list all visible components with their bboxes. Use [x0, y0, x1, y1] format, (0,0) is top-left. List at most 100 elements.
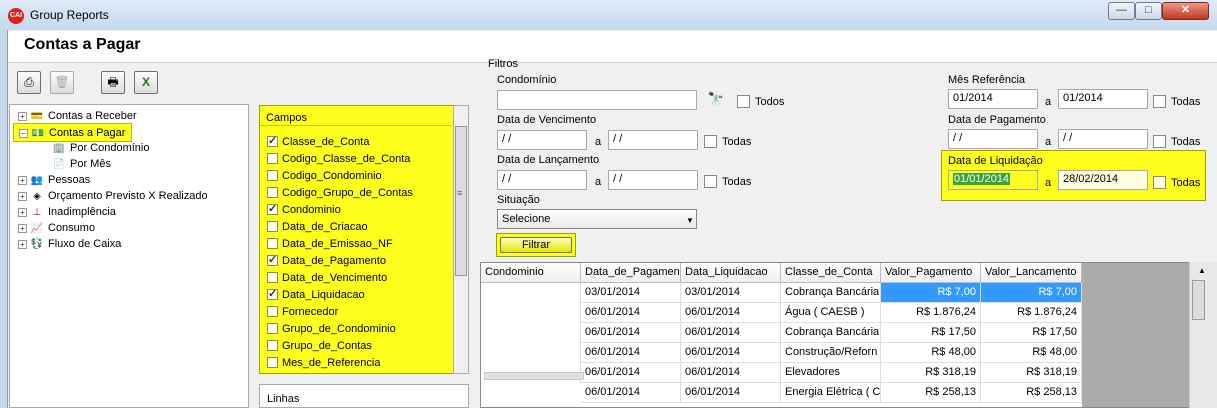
condominio-input[interactable] — [497, 90, 697, 110]
delete-button[interactable]: 🗑 — [50, 71, 74, 94]
checkbox[interactable] — [267, 133, 278, 149]
liquidacao-todas-checkbox[interactable] — [1153, 176, 1166, 189]
grid-vscrollbar[interactable]: ▲ — [1189, 262, 1217, 408]
checkbox[interactable] — [267, 201, 278, 217]
table-cell[interactable]: Cobrança Bancária — [781, 283, 881, 303]
table-cell[interactable]: R$ 48,00 — [881, 343, 981, 363]
tree-item-por-condominio[interactable]: 🏢 Por Condomínio — [52, 141, 150, 155]
expand-icon[interactable]: + — [18, 239, 27, 249]
table-cell[interactable]: R$ 17,50 — [881, 323, 981, 343]
tree-item-fluxo-de-caixa[interactable]: + 💱 Fluxo de Caixa — [18, 237, 121, 251]
campo-data-de-vencimento[interactable]: Data_de_Vencimento — [267, 270, 447, 286]
column-header-data-de-pagamento[interactable]: Data_de_Pagamen — [581, 263, 681, 283]
campos-list[interactable]: Campos ▲ ▼ Classe_de_Conta Codigo_Classe… — [259, 105, 469, 374]
chevron-down-icon[interactable]: ▼ — [686, 216, 694, 225]
table-cell[interactable]: R$ 318,19 — [981, 363, 1082, 383]
table-cell[interactable]: R$ 258,13 — [981, 383, 1082, 403]
scroll-thumb[interactable] — [1192, 280, 1205, 320]
tree-item-orcamento[interactable]: + ◈ Orçamento Previsto X Realizado — [18, 189, 208, 203]
checkbox[interactable] — [267, 153, 278, 164]
table-cell[interactable]: R$ 48,00 — [981, 343, 1082, 363]
checkbox[interactable] — [267, 286, 278, 302]
checkbox[interactable] — [267, 306, 278, 317]
liquidacao-to-input[interactable]: 28/02/2014 — [1058, 170, 1148, 190]
campo-data-de-criacao[interactable]: Data_de_Criacao — [267, 219, 447, 235]
grid-hscroll[interactable] — [484, 372, 584, 380]
expand-icon[interactable]: + — [18, 111, 27, 121]
print-button[interactable]: 🖶 — [101, 71, 125, 94]
campo-grupo-de-contas[interactable]: Grupo_de_Contas — [267, 338, 447, 354]
table-cell-selected[interactable]: R$ 7,00 — [881, 283, 981, 303]
close-button[interactable]: ✕ — [1162, 2, 1209, 20]
lancamento-todas-checkbox[interactable] — [704, 175, 717, 188]
pagamento-from-input[interactable]: / / — [948, 129, 1038, 149]
campo-data-liquidacao[interactable]: Data_Liquidacao — [267, 286, 447, 303]
mes-referencia-todas-checkbox[interactable] — [1153, 95, 1166, 108]
checkbox[interactable] — [267, 252, 278, 268]
mes-referencia-to-input[interactable]: 01/2014 — [1058, 89, 1148, 109]
column-header-valor-pagamento[interactable]: Valor_Pagamento — [881, 263, 981, 283]
table-cell[interactable]: R$ 318,19 — [881, 363, 981, 383]
table-cell[interactable]: Água ( CAESB ) — [781, 303, 881, 323]
campo-condominio[interactable]: Condominio — [267, 201, 447, 218]
scroll-thumb[interactable] — [455, 126, 467, 276]
table-cell[interactable]: 06/01/2014 — [581, 383, 681, 403]
table-cell[interactable]: 06/01/2014 — [581, 323, 681, 343]
column-header-data-liquidacao[interactable]: Data_Liquidacao — [681, 263, 781, 283]
table-cell[interactable]: 06/01/2014 — [681, 343, 781, 363]
checkbox[interactable] — [267, 340, 278, 351]
column-header-classe-de-conta[interactable]: Classe_de_Conta — [781, 263, 881, 283]
minimize-button[interactable]: — — [1108, 2, 1135, 20]
vencimento-to-input[interactable]: / / — [608, 130, 698, 150]
table-cell[interactable]: Energia Elétrica ( C — [781, 383, 881, 403]
table-cell[interactable]: R$ 258,13 — [881, 383, 981, 403]
checkbox[interactable] — [267, 187, 278, 198]
scroll-up-icon[interactable]: ▲ — [1198, 266, 1206, 275]
campo-mes-de-referencia[interactable]: Mes_de_Referencia — [267, 355, 447, 371]
excel-button[interactable]: X — [134, 71, 158, 94]
column-header-valor-lancamento[interactable]: Valor_Lancamento — [981, 263, 1082, 283]
campos-outer-scrollbar[interactable]: ≡ — [453, 105, 469, 374]
table-cell[interactable]: Construção/Reforn — [781, 343, 881, 363]
campo-classe-de-conta[interactable]: Classe_de_Conta — [267, 133, 447, 150]
run-report-button[interactable]: ⎙ — [17, 71, 41, 94]
binoculars-icon[interactable]: 🔭 — [704, 91, 728, 109]
table-cell[interactable]: 06/01/2014 — [581, 343, 681, 363]
mes-referencia-from-input[interactable]: 01/2014 — [948, 89, 1038, 109]
table-cell[interactable]: Elevadores — [781, 363, 881, 383]
report-tree[interactable]: + 💳 Contas a Receber − 💵 Contas a Pagar 🏢 Por… — [9, 104, 249, 408]
campo-fornecedor[interactable]: Fornecedor — [267, 304, 447, 320]
table-cell[interactable]: 06/01/2014 — [681, 323, 781, 343]
tree-item-pessoas[interactable]: + 👥 Pessoas — [18, 173, 90, 187]
table-cell[interactable]: R$ 1.876,24 — [881, 303, 981, 323]
checkbox[interactable] — [267, 272, 278, 283]
table-cell[interactable]: 06/01/2014 — [581, 363, 681, 383]
expand-icon[interactable]: + — [18, 175, 27, 185]
table-cell-selected[interactable]: R$ 7,00 — [981, 283, 1082, 303]
lancamento-to-input[interactable]: / / — [608, 170, 698, 190]
checkbox[interactable] — [267, 238, 278, 249]
tree-item-contas-a-receber[interactable]: + 💳 Contas a Receber — [18, 109, 137, 123]
checkbox[interactable] — [267, 323, 278, 334]
vencimento-todas-checkbox[interactable] — [704, 135, 717, 148]
table-cell[interactable]: R$ 17,50 — [981, 323, 1082, 343]
table-cell[interactable]: 06/01/2014 — [681, 303, 781, 323]
campo-codigo-grupo-de-contas[interactable]: Codigo_Grupo_de_Contas — [267, 185, 447, 201]
table-cell[interactable]: 06/01/2014 — [581, 303, 681, 323]
grid-cell-condominio-merged[interactable] — [481, 283, 581, 383]
table-cell[interactable]: 03/01/2014 — [681, 283, 781, 303]
checkbox[interactable] — [267, 357, 278, 368]
linhas-list[interactable]: Linhas — [259, 384, 469, 408]
expand-icon[interactable]: + — [18, 223, 27, 233]
table-cell[interactable]: R$ 1.876,24 — [981, 303, 1082, 323]
pagamento-todas-checkbox[interactable] — [1153, 135, 1166, 148]
pagamento-to-input[interactable]: / / — [1058, 129, 1148, 149]
collapse-icon[interactable]: − — [19, 128, 28, 138]
table-cell[interactable]: 03/01/2014 — [581, 283, 681, 303]
vencimento-from-input[interactable]: / / — [497, 130, 587, 150]
tree-item-inadimplencia[interactable]: + ⊥ Inadimplência — [18, 205, 116, 219]
lancamento-from-input[interactable]: / / — [497, 170, 587, 190]
checkbox[interactable] — [267, 221, 278, 232]
situacao-select[interactable]: Selecione — [497, 209, 697, 229]
filtrar-button[interactable]: Filtrar — [500, 237, 572, 253]
